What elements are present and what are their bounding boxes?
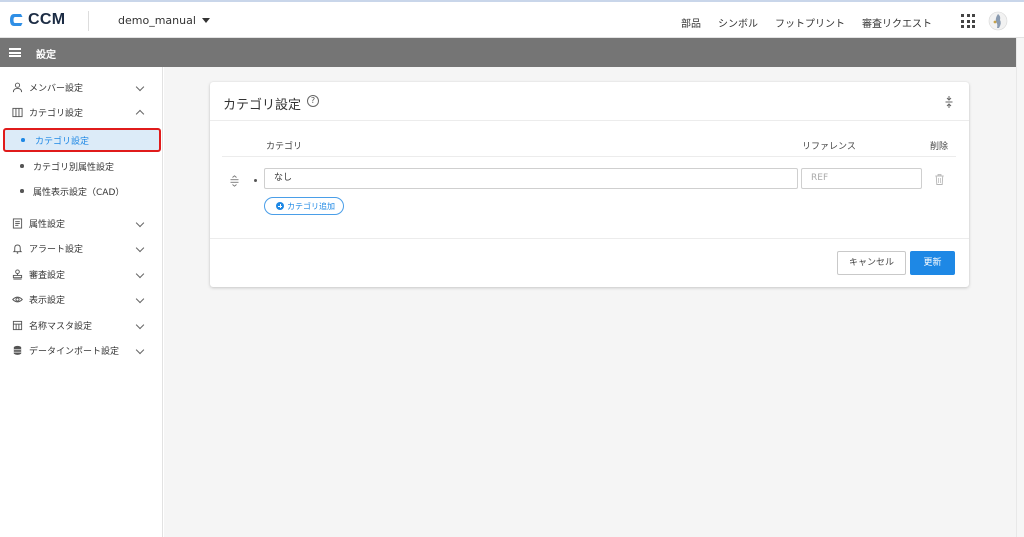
sidebar-item-display[interactable]: 表示設定 [0, 288, 163, 310]
sidebar-item-label: データインポート設定 [29, 346, 120, 357]
bullet-icon [21, 138, 25, 142]
bullet-icon [254, 179, 257, 182]
logo-text: CCM [28, 11, 66, 28]
category-name-input[interactable]: なし [264, 168, 798, 189]
sidebar-item-review[interactable]: 審査設定 [0, 263, 163, 285]
sidebar-subitem-label: カテゴリ設定 [35, 136, 90, 147]
chevron-down-icon [135, 243, 145, 253]
sidebar-item-alerts[interactable]: アラート設定 [0, 237, 163, 259]
collapse-all-icon[interactable] [945, 95, 953, 109]
top-header: CCM demo_manual 部品 シンボル フットプリント 審査リクエスト [0, 0, 1024, 38]
sidebar-subitem-label: カテゴリ別属性設定 [33, 162, 115, 173]
bell-icon [12, 244, 23, 254]
person-icon [12, 82, 23, 92]
user-avatar-icon[interactable] [988, 11, 1008, 31]
trash-icon[interactable] [935, 174, 944, 185]
sidebar-subitem-label: 属性表示設定（CAD） [33, 187, 125, 198]
sidebar-item-label: カテゴリ設定 [29, 108, 84, 119]
attribute-icon [12, 217, 23, 229]
bullet-icon [20, 164, 24, 168]
stamp-icon [12, 268, 23, 280]
add-category-button[interactable]: カテゴリ追加 [264, 197, 344, 215]
sidebar-item-label: アラート設定 [29, 244, 84, 255]
reference-input[interactable]: REF [801, 168, 922, 189]
project-selector[interactable]: demo_manual [118, 14, 210, 27]
sidebar-subitem-category-attributes[interactable]: カテゴリ別属性設定 [0, 154, 163, 178]
chevron-up-icon [135, 109, 145, 118]
nav-footprints[interactable]: フットプリント [775, 15, 845, 30]
ccm-logo-icon [10, 14, 23, 26]
sidebar-item-members[interactable]: メンバー設定 [0, 76, 163, 98]
chevron-down-icon [135, 345, 145, 355]
sidebar-item-categories[interactable]: カテゴリ設定 [0, 101, 163, 123]
sidebar-item-label: 名称マスタ設定 [29, 321, 93, 332]
sidebar-subitem-attribute-display-cad[interactable]: 属性表示設定（CAD） [0, 179, 163, 203]
sidebar-item-data-import[interactable]: データインポート設定 [0, 339, 163, 361]
chevron-down-icon [135, 218, 145, 228]
sidebar-item-attributes[interactable]: 属性設定 [0, 212, 163, 234]
eye-icon [12, 296, 23, 302]
top-nav: 部品 シンボル フットプリント 審査リクエスト [681, 15, 932, 30]
divider [210, 238, 969, 239]
apps-grid-icon[interactable] [961, 14, 975, 28]
nav-parts[interactable]: 部品 [681, 15, 701, 30]
bullet-icon [20, 189, 24, 193]
chevron-down-icon [135, 294, 145, 304]
chevron-down-icon [135, 82, 145, 92]
plus-circle-icon [276, 202, 284, 210]
sidebar-subitem-category-settings[interactable]: カテゴリ設定 [3, 128, 161, 152]
sidebar-item-label: 審査設定 [29, 270, 66, 281]
sidebar-item-label: メンバー設定 [29, 83, 84, 94]
nav-review-requests[interactable]: 審査リクエスト [862, 15, 932, 30]
settings-title: 設定 [36, 50, 56, 61]
project-name: demo_manual [118, 14, 196, 27]
chevron-down-icon [135, 320, 145, 330]
sidebar-item-label: 表示設定 [29, 295, 66, 306]
caret-down-icon [201, 18, 210, 23]
divider [222, 156, 956, 157]
column-header-category: カテゴリ [266, 142, 303, 152]
sidebar-item-name-master[interactable]: 名称マスタ設定 [0, 314, 163, 336]
settings-sidebar: メンバー設定 カテゴリ設定 カテゴリ設定 カテゴリ別属性設定 属性表示設定（CA… [0, 67, 163, 537]
drag-handle-icon[interactable] [230, 175, 239, 187]
column-header-delete: 削除 [930, 142, 949, 152]
column-header-reference: リファレンス [802, 142, 856, 152]
chevron-down-icon [135, 269, 145, 279]
cancel-button[interactable]: キャンセル [837, 251, 906, 275]
calculator-icon [12, 320, 23, 330]
database-icon [13, 345, 22, 355]
update-button[interactable]: 更新 [910, 251, 955, 275]
sidebar-item-label: 属性設定 [29, 219, 66, 230]
card-title: カテゴリ設定 [223, 98, 302, 113]
help-icon[interactable]: ? [307, 95, 319, 107]
category-icon [12, 107, 23, 117]
settings-bar: 設定 [0, 38, 1016, 67]
scrollbar[interactable] [1016, 38, 1024, 537]
nav-symbols[interactable]: シンボル [718, 15, 758, 30]
menu-icon[interactable] [9, 48, 21, 57]
add-category-label: カテゴリ追加 [287, 201, 335, 211]
card-header: カテゴリ設定 ? [210, 82, 969, 121]
app-logo[interactable]: CCM [8, 11, 65, 29]
header-divider [88, 11, 89, 31]
category-settings-card: カテゴリ設定 ? カテゴリ リファレンス 削除 なし REF カテゴリ追加 キャ… [210, 82, 969, 287]
